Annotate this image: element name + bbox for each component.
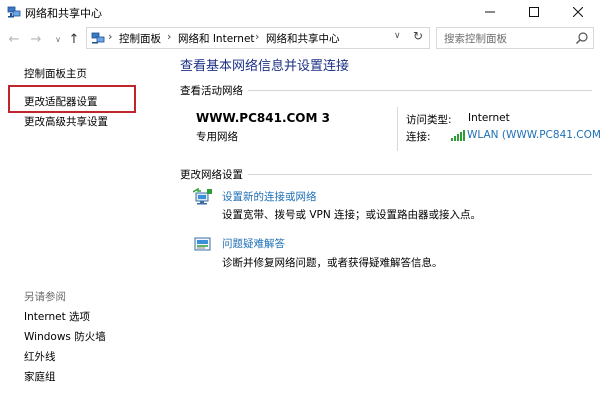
sidebar-item-advanced-sharing-settings[interactable]: 更改高级共享设置 (24, 114, 108, 129)
breadcrumb-control-panel[interactable]: 控制面板 (119, 31, 161, 46)
highlight-annotation-box (8, 85, 136, 113)
window-title: 网络和共享中心 (25, 7, 102, 20)
page-title: 查看基本网络信息并设置连接 (180, 59, 350, 74)
sidebar-item-infrared[interactable]: 红外线 (24, 349, 56, 364)
troubleshoot-icon (194, 237, 211, 251)
setup-new-connection-link[interactable]: 设置新的连接或网络 (222, 189, 317, 204)
sidebar-item-control-panel-home[interactable]: 控制面板主页 (24, 66, 87, 81)
back-arrow-icon[interactable]: ← (6, 31, 22, 47)
close-icon (573, 7, 583, 17)
maximize-button[interactable] (512, 0, 556, 24)
close-button[interactable] (556, 0, 600, 24)
search-input[interactable]: 搜索控制面板 (436, 27, 594, 49)
network-type: 专用网络 (196, 131, 238, 143)
connections-label: 连接: (406, 131, 431, 143)
sidebar-item-windows-firewall[interactable]: Windows 防火墙 (24, 329, 106, 344)
section-divider (248, 174, 592, 175)
vertical-divider (397, 107, 398, 151)
address-history-chevron-icon[interactable]: ∨ (394, 31, 401, 41)
wlan-connection-link[interactable]: WLAN (WWW.PC841.COM) (467, 129, 600, 141)
breadcrumb-network-internet[interactable]: 网络和 Internet (178, 31, 255, 46)
minimize-button[interactable] (468, 0, 512, 24)
breadcrumb-separator-icon: › (108, 30, 113, 43)
search-icon[interactable] (575, 31, 589, 45)
breadcrumb-network-sharing-center[interactable]: 网络和共享中心 (266, 31, 340, 46)
network-center-icon (7, 6, 21, 18)
access-type-value: Internet (468, 112, 510, 124)
up-arrow-icon[interactable]: ↑ (66, 31, 82, 47)
refresh-icon[interactable]: ↻ (413, 29, 423, 43)
troubleshoot-problems-link[interactable]: 问题疑难解答 (222, 236, 285, 251)
maximize-icon (529, 7, 539, 17)
sidebar-item-homegroup[interactable]: 家庭组 (24, 369, 56, 384)
see-also-heading: 另请参阅 (24, 291, 66, 303)
title-bar: 网络和共享中心 (0, 0, 600, 24)
troubleshoot-problems-description: 诊断并修复网络问题，或者获得疑难解答信息。 (222, 257, 443, 269)
new-connection-icon (193, 188, 212, 205)
access-type-label: 访问类型: (406, 114, 452, 126)
breadcrumb-separator-icon: › (167, 30, 172, 43)
section-divider (248, 90, 592, 91)
wifi-signal-icon (451, 130, 465, 141)
recent-locations-chevron-icon[interactable]: ∨ (50, 31, 66, 47)
sidebar-item-internet-options[interactable]: Internet 选项 (24, 309, 90, 324)
forward-arrow-icon[interactable]: → (28, 31, 44, 47)
setup-new-connection-description: 设置宽带、拨号或 VPN 连接；或设置路由器或接入点。 (222, 209, 482, 221)
address-bar[interactable]: › 控制面板 › 网络和 Internet › 网络和共享中心 ∨ ↻ (86, 27, 430, 49)
network-name: WWW.PC841.COM 3 (196, 111, 330, 125)
change-network-settings-heading: 更改网络设置 (180, 169, 243, 181)
network-center-icon (91, 32, 105, 44)
active-networks-heading: 查看活动网络 (180, 85, 243, 97)
minimize-icon (485, 11, 495, 13)
search-placeholder: 搜索控制面板 (444, 33, 507, 45)
breadcrumb-separator-icon: › (255, 30, 260, 43)
